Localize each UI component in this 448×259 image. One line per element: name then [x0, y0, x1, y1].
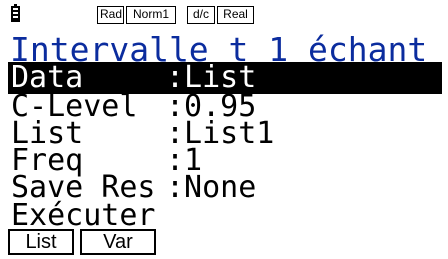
fraction-mode-badge: d/c: [187, 6, 215, 24]
f1-list-key[interactable]: List: [8, 229, 74, 255]
angle-mode-badge: Rad: [97, 6, 124, 24]
status-bar: Rad Norm1 d/c Real: [0, 0, 448, 30]
execute-item[interactable]: Exécuter: [8, 200, 442, 232]
execute-label: Exécuter: [11, 198, 156, 233]
battery-icon: [11, 4, 20, 22]
complex-mode-badge: Real: [217, 6, 254, 24]
display-mode-badge: Norm1: [126, 6, 176, 24]
calculator-screen: Rad Norm1 d/c Real Intervalle t 1 échant…: [0, 0, 448, 259]
f2-var-key[interactable]: Var: [80, 229, 156, 255]
